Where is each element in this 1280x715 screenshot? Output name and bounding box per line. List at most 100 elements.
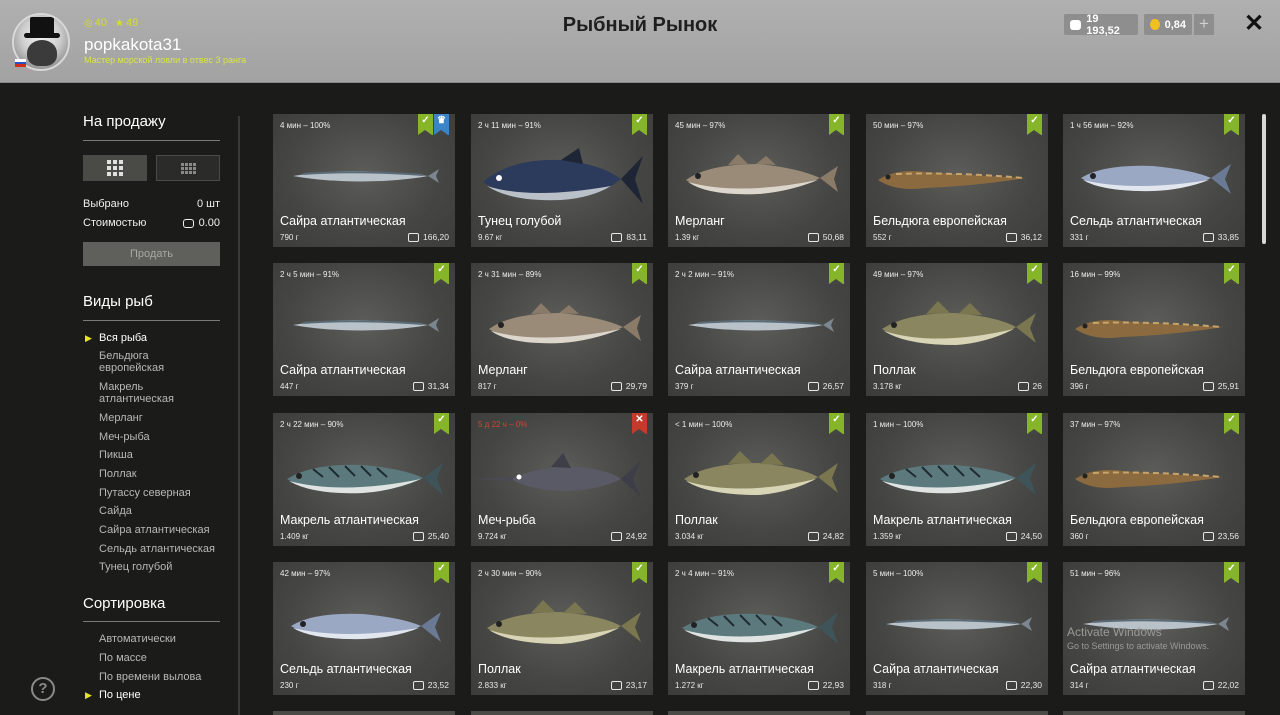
fish-card[interactable]: 49 мин – 97% ✓ Поллак 3.178 кг 26 bbox=[866, 263, 1048, 396]
spoiled-badge-icon[interactable]: ✕ bbox=[632, 413, 647, 434]
check-badge-icon[interactable]: ✓ bbox=[1027, 562, 1042, 583]
species-filter-item[interactable]: Меч-рыба bbox=[99, 431, 150, 443]
check-badge-icon[interactable]: ✓ bbox=[434, 562, 449, 583]
fish-card[interactable]: 2 ч 4 мин – 91% ✓ Макрель атлантическая 1.2… bbox=[668, 562, 850, 695]
species-filter-item[interactable]: Тунец голубой bbox=[99, 561, 172, 573]
fish-name: Макрель атлантическая bbox=[280, 513, 419, 527]
fish-card[interactable]: 5 д 22 ч – 0% ✕ Меч-рыба 9.724 кг 24,92 bbox=[471, 413, 653, 546]
fish-card[interactable]: 2 ч 22 мин – 90% ✓ Макрель атлантическая 1.… bbox=[273, 413, 455, 546]
fish-weight: 314 г bbox=[1070, 681, 1089, 690]
fish-card[interactable]: 1 ч 56 мин – 92% ✓ Сельдь атлантическая 331… bbox=[1063, 114, 1245, 247]
check-badge-icon[interactable]: ✓ bbox=[1224, 114, 1239, 135]
species-filter-item[interactable]: Макрель атлантическая bbox=[99, 381, 209, 405]
check-badge-icon[interactable]: ✓ bbox=[418, 114, 433, 135]
check-badge-icon[interactable]: ✓ bbox=[1224, 413, 1239, 434]
help-icon[interactable]: ? bbox=[31, 677, 55, 701]
check-badge-icon[interactable]: ✓ bbox=[632, 114, 647, 135]
fish-card[interactable]: 42 мин – 97% ✓ Сельдь атлантическая 230 г 23… bbox=[273, 562, 455, 695]
species-filter-item[interactable]: Сайда bbox=[99, 505, 132, 517]
cost-label: Стоимостью bbox=[83, 217, 147, 229]
fish-card[interactable]: 4 мин – 100% ✓ ♛ Сайра атлантическая 790 г 16… bbox=[273, 114, 455, 247]
species-filter-item[interactable]: Сайра атлантическая bbox=[99, 524, 210, 536]
fish-card[interactable]: 50 мин – 97% ✓ Бельдюга европейская 552 г 36… bbox=[866, 114, 1048, 247]
saury-fish-image bbox=[293, 318, 439, 332]
fish-weight: 230 г bbox=[280, 681, 299, 690]
fish-card[interactable]: < 1 мин – 100% ✓ Поллак 3.034 кг 24,82 bbox=[668, 413, 850, 546]
species-filter-item[interactable]: Путассу северная bbox=[99, 487, 191, 499]
sort-option[interactable]: По цене bbox=[99, 689, 141, 701]
fish-card[interactable]: 2 ч 2 мин – 91% ✓ Сайра атлантическая 379 г… bbox=[668, 263, 850, 396]
check-badge-icon[interactable]: ✓ bbox=[434, 263, 449, 284]
catch-time-freshness: 4 мин – 100% bbox=[280, 121, 331, 130]
coin-icon bbox=[1202, 381, 1214, 391]
fish-name: Поллак bbox=[675, 513, 718, 527]
fish-card[interactable]: 2 ч 31 мин – 89% ✓ Мерланг 817 г 29,79 bbox=[471, 263, 653, 396]
check-badge-icon[interactable]: ✓ bbox=[1027, 263, 1042, 284]
coin-icon bbox=[1017, 381, 1029, 391]
fish-weight: 1.39 кг bbox=[675, 233, 700, 242]
mackerel-fish-image bbox=[682, 612, 838, 644]
large-grid-view-button[interactable] bbox=[83, 155, 147, 181]
catch-time-freshness: 2 ч 4 мин – 91% bbox=[675, 569, 735, 578]
fish-price: 83,11 bbox=[611, 232, 647, 242]
add-currency-button[interactable]: + bbox=[1194, 14, 1214, 35]
username[interactable]: popkakota31 bbox=[84, 35, 181, 55]
check-badge-icon[interactable]: ✓ bbox=[829, 562, 844, 583]
fish-price: 26,57 bbox=[807, 381, 844, 391]
fish-price: 36,12 bbox=[1005, 232, 1042, 242]
fish-card[interactable]: 2 ч 11 мин – 91% ✓ Тунец голубой 9.67 кг 83,… bbox=[471, 114, 653, 247]
check-badge-icon[interactable]: ✓ bbox=[1224, 263, 1239, 284]
check-badge-icon[interactable]: ✓ bbox=[829, 114, 844, 135]
fish-name: Макрель атлантическая bbox=[675, 662, 814, 676]
check-badge-icon[interactable]: ✓ bbox=[632, 562, 647, 583]
fish-card[interactable]: 37 мин – 97% ✓ Бельдюга европейская 360 г 23… bbox=[1063, 413, 1245, 546]
fish-card[interactable]: 5 мин – 100% ✓ Сайра атлантическая 318 г 22,… bbox=[866, 562, 1048, 695]
check-badge-icon[interactable]: ✓ bbox=[632, 263, 647, 284]
catch-time-freshness: 2 ч 5 мин – 91% bbox=[280, 270, 340, 279]
species-filter-item[interactable]: Вся рыба bbox=[99, 332, 147, 344]
check-badge-icon[interactable]: ✓ bbox=[1224, 562, 1239, 583]
fish-name: Меч-рыба bbox=[478, 513, 536, 527]
catch-time-freshness: 1 ч 56 мин – 92% bbox=[1070, 121, 1134, 130]
fish-price: 31,34 bbox=[412, 381, 449, 391]
fish-weight: 396 г bbox=[1070, 382, 1089, 391]
fish-card[interactable]: 2 ч 30 мин – 90% ✓ Поллак 2.833 кг 23,17 bbox=[471, 562, 653, 695]
species-filter-item[interactable]: Сельдь атлантическая bbox=[99, 543, 215, 555]
fish-weight: 1.359 кг bbox=[873, 532, 902, 541]
saury-fish-image bbox=[293, 169, 439, 183]
sort-option[interactable]: Автоматически bbox=[99, 633, 176, 645]
species-filter-item[interactable]: Пикша bbox=[99, 449, 133, 461]
fish-card[interactable]: 45 мин – 97% ✓ Мерланг 1.39 кг 50,68 bbox=[668, 114, 850, 247]
coin-icon bbox=[1005, 232, 1017, 242]
species-filter-item[interactable]: Поллак bbox=[99, 468, 137, 480]
fish-name: Поллак bbox=[873, 363, 916, 377]
fish-price: 25,91 bbox=[1202, 381, 1239, 391]
fish-weight: 817 г bbox=[478, 382, 497, 391]
check-badge-icon[interactable]: ✓ bbox=[1027, 413, 1042, 434]
swordfish-fish-image bbox=[471, 453, 641, 497]
species-filter-item[interactable]: Бельдюга европейская bbox=[99, 350, 209, 374]
check-badge-icon[interactable]: ✓ bbox=[829, 413, 844, 434]
sort-option[interactable]: По массе bbox=[99, 652, 147, 664]
fish-price: 22,02 bbox=[1202, 680, 1239, 690]
small-grid-view-button[interactable] bbox=[156, 155, 220, 181]
check-badge-icon[interactable]: ✓ bbox=[434, 413, 449, 434]
close-icon[interactable]: ✕ bbox=[1241, 11, 1267, 37]
gold-balance: 0,84 bbox=[1144, 14, 1192, 35]
catch-time-freshness: 42 мин – 97% bbox=[280, 569, 331, 578]
fish-card[interactable]: 1 мин – 100% ✓ Макрель атлантическая 1.359 … bbox=[866, 413, 1048, 546]
species-filter-item[interactable]: Мерланг bbox=[99, 412, 143, 424]
check-badge-icon[interactable]: ✓ bbox=[1027, 114, 1042, 135]
sort-option[interactable]: По времени вылова bbox=[99, 671, 201, 683]
fish-card[interactable]: 2 ч 5 мин – 91% ✓ Сайра атлантическая 447 г… bbox=[273, 263, 455, 396]
fish-price: 24,82 bbox=[807, 531, 844, 541]
scrollbar[interactable] bbox=[1262, 114, 1266, 244]
fish-card[interactable]: 16 мин – 99% ✓ Бельдюга европейская 396 г 25… bbox=[1063, 263, 1245, 396]
fish-weight: 3.178 кг bbox=[873, 382, 902, 391]
check-badge-icon[interactable]: ✓ bbox=[829, 263, 844, 284]
sell-button[interactable]: Продать bbox=[83, 242, 220, 266]
catch-time-freshness: 2 ч 30 мин – 90% bbox=[478, 569, 542, 578]
coin-icon bbox=[1202, 531, 1214, 541]
mackerel-fish-image bbox=[287, 463, 443, 495]
whiting-fish-image bbox=[489, 303, 641, 344]
